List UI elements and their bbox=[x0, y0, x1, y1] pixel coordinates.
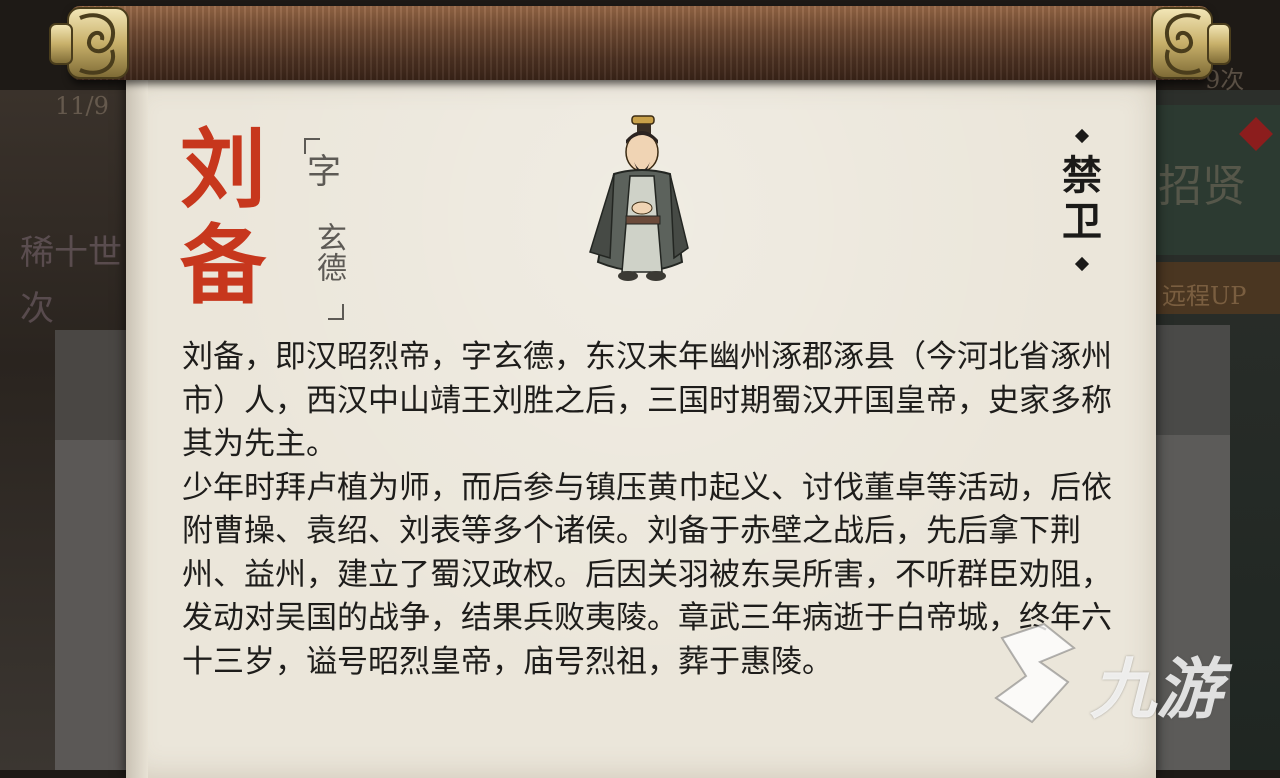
unit-class-tag: 禁卫 bbox=[1055, 125, 1109, 280]
courtesy-name-block: 字 玄德 bbox=[300, 138, 348, 320]
diamond-icon bbox=[1074, 128, 1090, 144]
courtesy-label: 字 bbox=[307, 152, 341, 192]
liu-bei-portrait-icon bbox=[589, 115, 689, 281]
bio-paragraph-2: 少年时拜卢植为师，而后参与镇压黄巾起义、讨伐董卓等活动，后依附曹操、袁绍、刘表等… bbox=[182, 469, 1112, 680]
watermark: 九游 bbox=[982, 618, 1252, 728]
hero-name-char-1: 刘 bbox=[180, 119, 268, 220]
hero-biography: 刘备，即汉昭烈帝，字玄德，东汉末年幽州涿郡涿县（今河北省涿州市）人，西汉中山靖王… bbox=[182, 336, 1112, 684]
background-recruit-label: 招贤 bbox=[1158, 161, 1246, 212]
bio-paragraph-1: 刘备，即汉昭烈帝，字玄德，东汉末年幽州涿郡涿县（今河北省涿州市）人，西汉中山靖王… bbox=[182, 339, 1112, 462]
diamond-icon bbox=[1074, 256, 1090, 272]
rod-cap-right-icon bbox=[1151, 7, 1231, 79]
background-left-board-lower bbox=[55, 440, 135, 770]
background-counter-left: 11/9 bbox=[55, 92, 109, 120]
scroll-rod bbox=[70, 6, 1210, 80]
unit-class-label: 禁卫 bbox=[1062, 152, 1102, 245]
background-ranged-label: 远程UP bbox=[1162, 282, 1247, 310]
bracket-bottom bbox=[328, 304, 344, 320]
jiuyou-logo-icon bbox=[994, 622, 1076, 724]
watermark-text: 九游 bbox=[1090, 651, 1222, 728]
background-left-vertical-text: 稀十世次 bbox=[20, 233, 122, 329]
rod-cap-left-icon bbox=[49, 7, 129, 79]
hero-name-char-2: 备 bbox=[180, 215, 268, 316]
courtesy-name: 玄德 bbox=[311, 222, 346, 282]
hero-name: 刘 备 bbox=[180, 122, 290, 314]
